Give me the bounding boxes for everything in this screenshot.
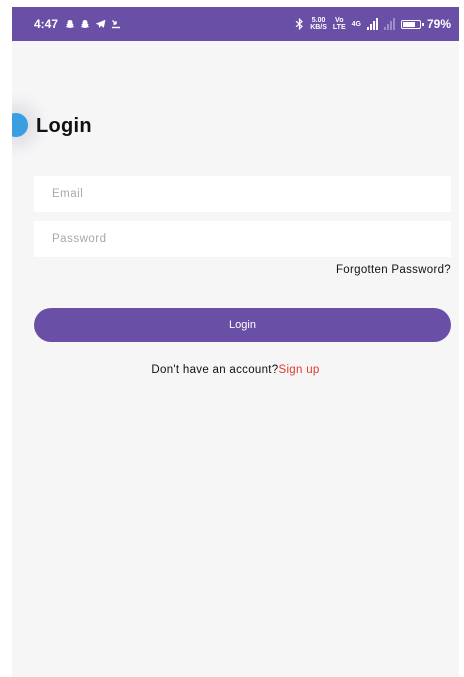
status-right: 5.00 KB/S Vo LTE 4G 79%	[295, 17, 451, 31]
email-input[interactable]	[34, 176, 451, 212]
volte-indicator: Vo LTE	[332, 17, 346, 31]
signup-prompt: Don't have an account?Sign up	[12, 364, 459, 376]
status-time: 4:47	[34, 17, 59, 31]
battery-fill	[402, 21, 415, 27]
network-speed: 5.00 KB/S	[310, 17, 327, 31]
signal-strength-icon	[366, 18, 378, 30]
snapchat-icon	[65, 20, 75, 28]
bluetooth-icon	[295, 18, 304, 30]
status-bar: 4:47 5.00 KB/S Vo LTE 4G 79%	[12, 7, 459, 41]
side-handle[interactable]	[12, 113, 28, 137]
signal-strength-icon-sim2	[383, 18, 395, 30]
phone-screen: 4:47 5.00 KB/S Vo LTE 4G 79% Login Email…	[12, 7, 459, 677]
password-input[interactable]	[34, 221, 451, 257]
download-icon	[112, 20, 121, 29]
battery-icon	[400, 19, 424, 29]
login-button[interactable]: Login	[34, 308, 451, 342]
no-account-text: Don't have an account?	[151, 364, 279, 376]
network-type: 4G	[351, 20, 361, 28]
notification-icons	[65, 19, 121, 29]
status-left: 4:47	[34, 17, 121, 31]
page-title: Login	[36, 115, 92, 137]
battery-percent: 79%	[426, 17, 451, 31]
forgot-password-link[interactable]: Forgotten Password?	[336, 264, 451, 276]
snapchat-icon	[80, 20, 90, 28]
telegram-icon	[95, 19, 106, 28]
signup-link[interactable]: Sign up	[278, 364, 319, 376]
